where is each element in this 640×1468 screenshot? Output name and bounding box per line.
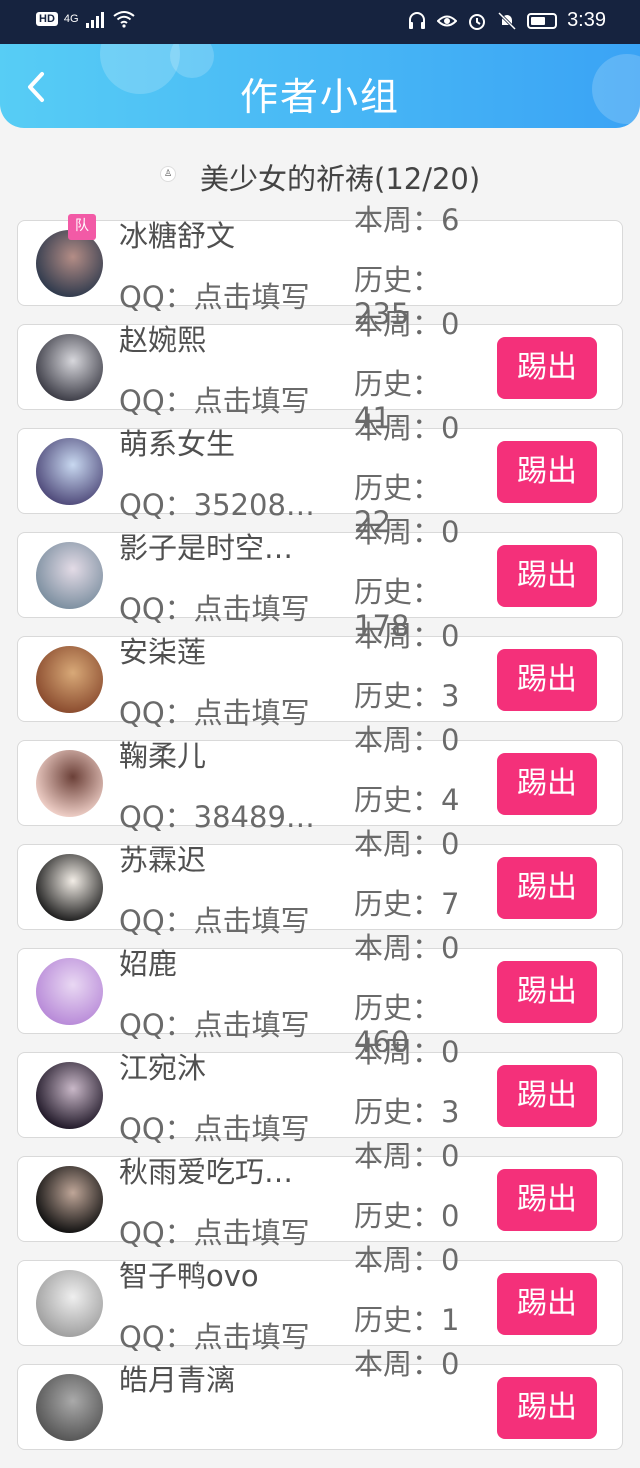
member-name: 秋雨爱吃巧… — [119, 1155, 294, 1189]
member-card[interactable]: 影子是时空… QQ：点击填写 本周：0 历史：178 踢出 — [17, 515, 623, 643]
header-bar: 作者小组 — [0, 44, 640, 128]
member-card[interactable]: 智子鸭ovo QQ：点击填写 本周：0 历史：1 踢出 — [17, 1243, 623, 1354]
member-name: 影子是时空… — [119, 531, 294, 565]
member-qq[interactable]: QQ：点击填写 — [119, 274, 310, 316]
member-card[interactable]: 队 冰糖舒文 QQ：点击填写 本周：6 历史：235 — [17, 203, 623, 331]
avatar — [36, 750, 103, 817]
member-history-count: 历史：3 — [354, 679, 460, 713]
member-qq[interactable]: QQ：点击填写 — [119, 1106, 310, 1148]
member-week-count: 本周：0 — [354, 411, 460, 445]
group-name: 美少女的祈祷(12/20) — [200, 162, 481, 196]
member-qq[interactable]: QQ：35208… — [119, 482, 315, 524]
member-week-count: 本周：0 — [354, 1243, 460, 1277]
member-name: 萌系女生 — [119, 427, 236, 461]
member-card[interactable]: 江宛沐 QQ：点击填写 本周：0 历史：3 踢出 — [17, 1035, 623, 1146]
member-week-count: 本周：0 — [354, 1347, 460, 1381]
avatar — [36, 1166, 103, 1233]
signal-icon — [85, 12, 104, 28]
avatar — [36, 230, 103, 297]
member-name: 安柒莲 — [119, 635, 207, 669]
battery-icon — [527, 12, 558, 29]
member-card[interactable]: 赵婉熙 QQ：点击填写 本周：0 历史：41 踢出 — [17, 307, 623, 435]
member-qq[interactable]: QQ：点击填写 — [119, 1210, 310, 1252]
member-qq[interactable]: QQ：点击填写 — [119, 586, 310, 628]
leader-badge: 队 — [68, 214, 96, 240]
member-qq[interactable]: QQ：点击填写 — [119, 690, 310, 732]
status-left: HD 4G — [36, 10, 135, 28]
member-qq[interactable]: QQ：38489… — [119, 794, 315, 836]
member-week-count: 本周：0 — [354, 1035, 460, 1069]
member-name: 苏霖迟 — [119, 843, 207, 877]
wifi-icon — [112, 11, 135, 28]
group-title-row: ♙ 美少女的祈祷(12/20) — [0, 156, 640, 196]
kick-button[interactable]: 踢出 — [497, 857, 597, 919]
member-week-count: 本周：0 — [354, 515, 460, 549]
member-history-count: 历史：0 — [354, 1199, 460, 1233]
member-name: 冰糖舒文 — [119, 219, 236, 253]
member-card[interactable]: 苏霖迟 QQ：点击填写 本周：0 历史：7 踢出 — [17, 827, 623, 938]
group-icon: ♙ — [160, 166, 176, 182]
eye-icon — [437, 15, 458, 26]
avatar — [36, 542, 103, 609]
member-list: 队 冰糖舒文 QQ：点击填写 本周：6 历史：235 赵婉熙 QQ：点击填写 本… — [17, 203, 623, 1468]
avatar — [36, 334, 103, 401]
avatar — [36, 1270, 103, 1337]
member-qq[interactable]: QQ：点击填写 — [119, 1002, 310, 1044]
avatar — [36, 646, 103, 713]
status-bar: HD 4G 3:39 — [0, 0, 640, 44]
member-week-count: 本周：0 — [354, 723, 460, 757]
member-card[interactable]: 鞠柔儿 QQ：38489… 本周：0 历史：4 踢出 — [17, 723, 623, 834]
status-right: 3:39 — [407, 9, 606, 32]
kick-button[interactable]: 踢出 — [497, 441, 597, 503]
kick-button[interactable]: 踢出 — [497, 753, 597, 815]
member-card[interactable]: 皓月青漓 本周：0 踢出 — [17, 1347, 623, 1450]
kick-button[interactable]: 踢出 — [497, 1065, 597, 1127]
member-card[interactable]: 秋雨爱吃巧… QQ：点击填写 本周：0 历史：0 踢出 — [17, 1139, 623, 1250]
avatar — [36, 854, 103, 921]
avatar — [36, 1374, 103, 1441]
headphones-icon — [409, 11, 426, 29]
member-qq[interactable]: QQ：点击填写 — [119, 1314, 310, 1356]
kick-button[interactable]: 踢出 — [497, 1169, 597, 1231]
member-name: 鞠柔儿 — [119, 739, 207, 773]
hd-indicator: HD — [36, 12, 58, 26]
kick-button[interactable]: 踢出 — [497, 337, 597, 399]
member-week-count: 本周：0 — [354, 827, 460, 861]
member-week-count: 本周：0 — [354, 1139, 460, 1173]
member-name: 妱鹿 — [119, 947, 178, 981]
member-history-count: 历史：1 — [354, 1303, 460, 1337]
avatar — [36, 958, 103, 1025]
member-card[interactable]: 妱鹿 QQ：点击填写 本周：0 历史：460 踢出 — [17, 931, 623, 1059]
page-title: 作者小组 — [239, 75, 400, 119]
member-history-count: 历史：7 — [354, 887, 460, 921]
member-qq[interactable]: QQ：点击填写 — [119, 378, 310, 420]
member-history-count: 历史：3 — [354, 1095, 460, 1129]
status-time: 3:39 — [567, 9, 606, 31]
mute-bell-icon — [498, 11, 517, 30]
avatar — [36, 438, 103, 505]
member-card[interactable]: 萌系女生 QQ：35208… 本周：0 历史：22 踢出 — [17, 411, 623, 539]
kick-button[interactable]: 踢出 — [497, 649, 597, 711]
member-name: 智子鸭ovo — [119, 1259, 259, 1293]
kick-button[interactable]: 踢出 — [497, 1377, 597, 1439]
kick-button[interactable]: 踢出 — [497, 961, 597, 1023]
kick-button[interactable]: 踢出 — [497, 545, 597, 607]
member-name: 皓月青漓 — [119, 1363, 236, 1397]
member-history-count: 历史：4 — [354, 783, 460, 817]
member-week-count: 本周：0 — [354, 307, 460, 341]
kick-button[interactable]: 踢出 — [497, 1273, 597, 1335]
member-card[interactable]: 安柒莲 QQ：点击填写 本周：0 历史：3 踢出 — [17, 619, 623, 730]
member-week-count: 本周：6 — [354, 203, 460, 237]
alarm-icon — [469, 13, 486, 30]
avatar — [36, 1062, 103, 1129]
member-week-count: 本周：0 — [354, 931, 460, 965]
member-name: 江宛沐 — [119, 1051, 207, 1085]
member-qq[interactable]: QQ：点击填写 — [119, 898, 310, 940]
member-name: 赵婉熙 — [119, 323, 207, 357]
network-type: 4G — [63, 13, 79, 25]
member-week-count: 本周：0 — [354, 619, 460, 653]
